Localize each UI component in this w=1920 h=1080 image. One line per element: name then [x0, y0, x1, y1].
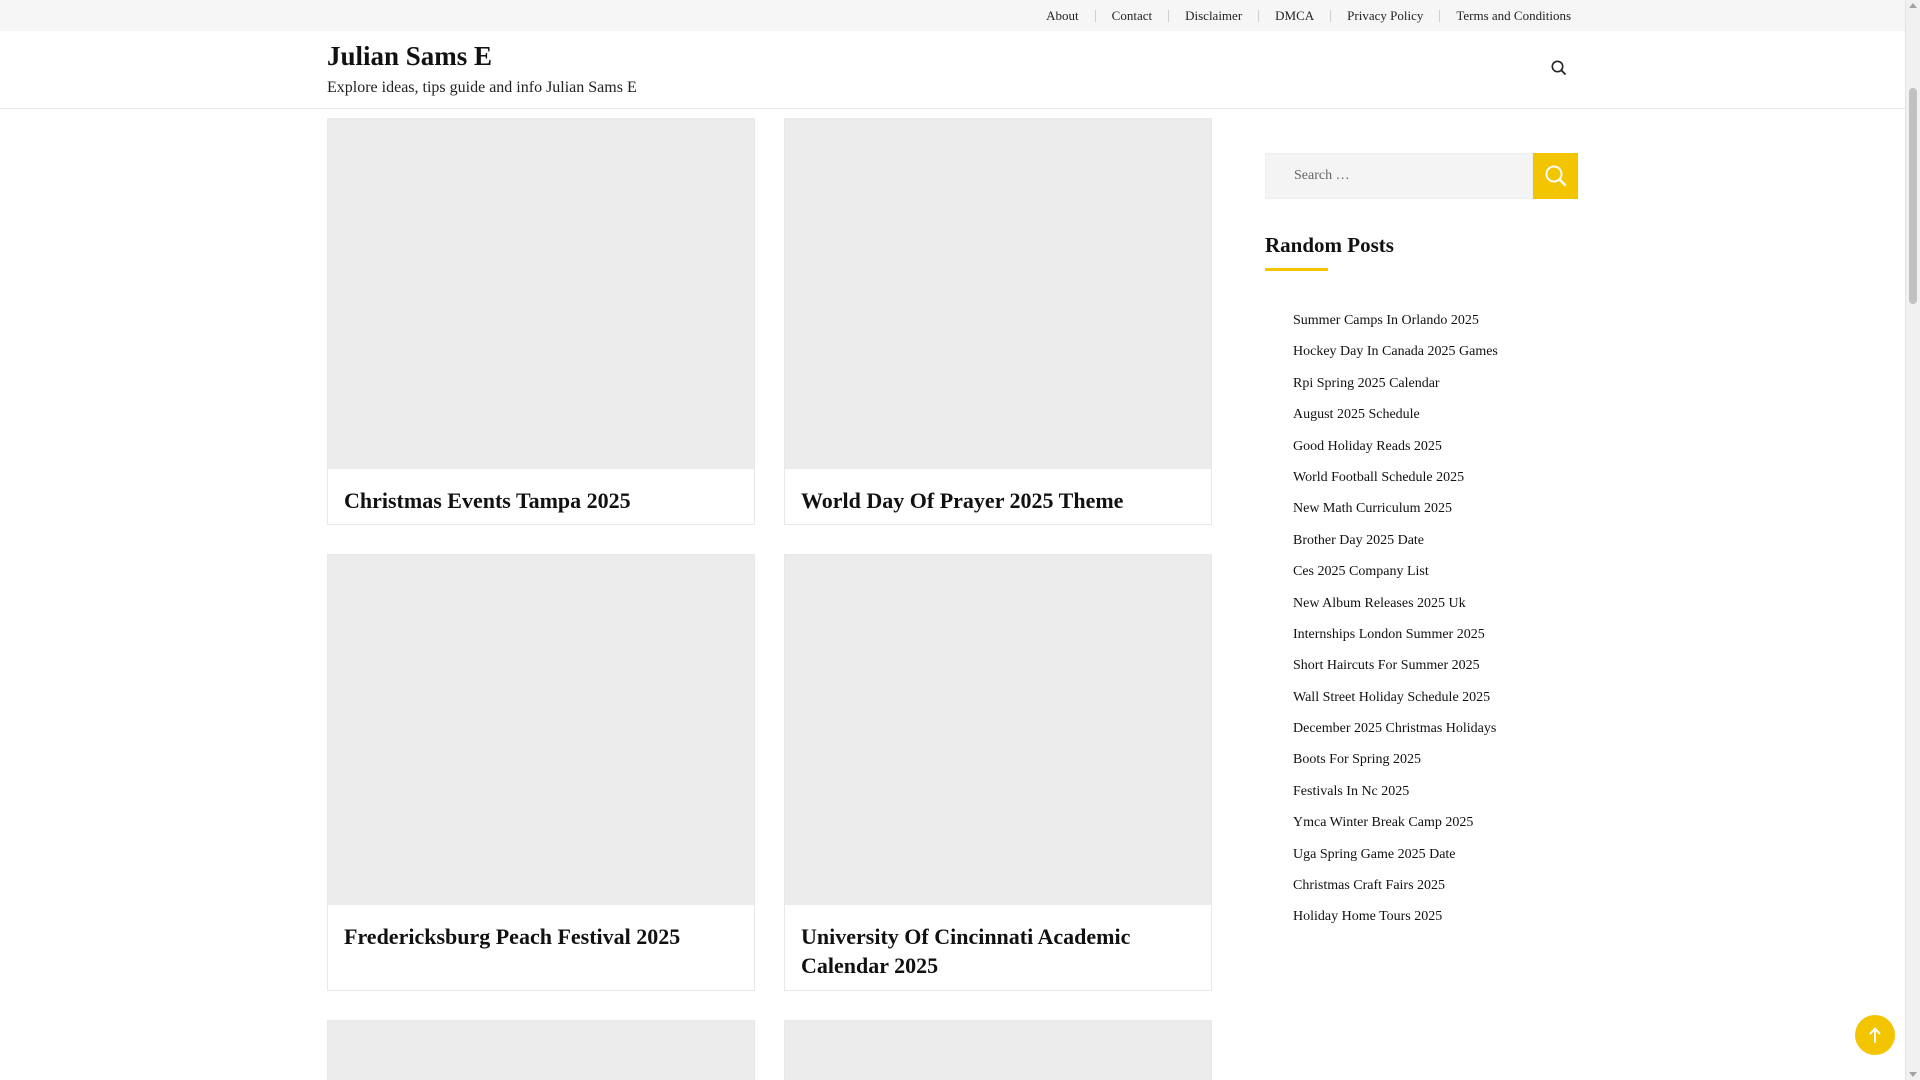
- nav-link-terms[interactable]: Terms and Conditions: [1456, 8, 1571, 24]
- search-icon: [1545, 165, 1566, 187]
- nav-link-privacy-policy[interactable]: Privacy Policy: [1347, 8, 1423, 24]
- random-post-link[interactable]: August 2025 Schedule: [1293, 404, 1498, 435]
- sidebar-search-input[interactable]: Search …: [1265, 153, 1533, 199]
- nav-separator: [1330, 9, 1332, 22]
- random-post-link[interactable]: Boots For Spring 2025: [1293, 749, 1498, 780]
- post-thumbnail[interactable]: [328, 1021, 754, 1080]
- scroll-down-icon[interactable]: [1909, 1072, 1917, 1077]
- random-post-link[interactable]: Summer Camps In Orlando 2025: [1293, 310, 1498, 341]
- post-title[interactable]: World Day Of Prayer 2025 Theme: [801, 486, 1123, 515]
- random-post-link[interactable]: Ces 2025 Company List: [1293, 561, 1498, 592]
- random-post-link[interactable]: New Album Releases 2025 Uk: [1293, 593, 1498, 624]
- post-thumbnail[interactable]: [785, 119, 1211, 469]
- post-card[interactable]: [784, 1020, 1212, 1080]
- page-scrollbar[interactable]: [1905, 0, 1920, 1080]
- scroll-up-icon[interactable]: [1909, 3, 1917, 8]
- post-thumbnail[interactable]: [328, 555, 754, 905]
- sidebar-search-button[interactable]: [1533, 153, 1578, 199]
- random-post-link[interactable]: Holiday Home Tours 2025: [1293, 906, 1498, 937]
- site-tagline: Explore ideas, tips guide and info Julia…: [327, 79, 637, 96]
- random-post-link[interactable]: Short Haircuts For Summer 2025: [1293, 655, 1498, 686]
- random-post-link[interactable]: Ymca Winter Break Camp 2025: [1293, 812, 1498, 843]
- random-post-link[interactable]: December 2025 Christmas Holidays: [1293, 718, 1498, 749]
- post-title[interactable]: University Of Cincinnati Academic Calend…: [801, 922, 1213, 980]
- top-navigation: About Contact Disclaimer DMCA Privacy Po…: [1046, 0, 1571, 31]
- random-post-link[interactable]: New Math Curriculum 2025: [1293, 498, 1498, 529]
- nav-separator: [1168, 9, 1170, 22]
- post-title[interactable]: Fredericksburg Peach Festival 2025: [344, 922, 680, 951]
- nav-link-disclaimer[interactable]: Disclaimer: [1185, 8, 1242, 24]
- widget-title-random-posts: Random Posts: [1265, 233, 1394, 257]
- post-card[interactable]: Fredericksburg Peach Festival 2025: [327, 554, 755, 991]
- site-title[interactable]: Julian Sams E: [327, 41, 492, 72]
- post-title[interactable]: Christmas Events Tampa 2025: [344, 486, 631, 515]
- nav-separator: [1258, 9, 1260, 22]
- random-posts-list: Summer Camps In Orlando 2025 Hockey Day …: [1293, 310, 1498, 938]
- random-post-link[interactable]: Festivals In Nc 2025: [1293, 781, 1498, 812]
- random-post-link[interactable]: Uga Spring Game 2025 Date: [1293, 844, 1498, 875]
- post-thumbnail[interactable]: [785, 1021, 1211, 1080]
- post-card[interactable]: World Day Of Prayer 2025 Theme: [784, 118, 1212, 525]
- nav-separator: [1094, 9, 1096, 22]
- nav-separator: [1439, 9, 1441, 22]
- nav-link-about[interactable]: About: [1046, 8, 1079, 24]
- random-post-link[interactable]: Christmas Craft Fairs 2025: [1293, 875, 1498, 906]
- search-icon[interactable]: [1548, 57, 1570, 79]
- post-card[interactable]: University Of Cincinnati Academic Calend…: [784, 554, 1212, 991]
- sidebar-search-form: Search …: [1265, 153, 1578, 199]
- post-thumbnail[interactable]: [328, 119, 754, 469]
- site-header: Julian Sams E Explore ideas, tips guide …: [0, 31, 1905, 109]
- widget-title-underline: [1265, 268, 1328, 271]
- top-bar: About Contact Disclaimer DMCA Privacy Po…: [0, 0, 1905, 31]
- nav-link-dmca[interactable]: DMCA: [1275, 8, 1314, 24]
- nav-link-contact[interactable]: Contact: [1112, 8, 1152, 24]
- post-thumbnail[interactable]: [785, 555, 1211, 905]
- random-post-link[interactable]: Hockey Day In Canada 2025 Games: [1293, 341, 1498, 372]
- back-to-top-button[interactable]: [1855, 1015, 1895, 1055]
- random-post-link[interactable]: Good Holiday Reads 2025: [1293, 436, 1498, 467]
- post-card[interactable]: [327, 1020, 755, 1080]
- post-card[interactable]: Christmas Events Tampa 2025: [327, 118, 755, 525]
- random-post-link[interactable]: Brother Day 2025 Date: [1293, 530, 1498, 561]
- random-post-link[interactable]: Internships London Summer 2025: [1293, 624, 1498, 655]
- arrow-up-icon: [1869, 1027, 1881, 1043]
- random-post-link[interactable]: Wall Street Holiday Schedule 2025: [1293, 687, 1498, 718]
- random-post-link[interactable]: World Football Schedule 2025: [1293, 467, 1498, 498]
- scrollbar-thumb[interactable]: [1909, 88, 1917, 304]
- random-post-link[interactable]: Rpi Spring 2025 Calendar: [1293, 373, 1498, 404]
